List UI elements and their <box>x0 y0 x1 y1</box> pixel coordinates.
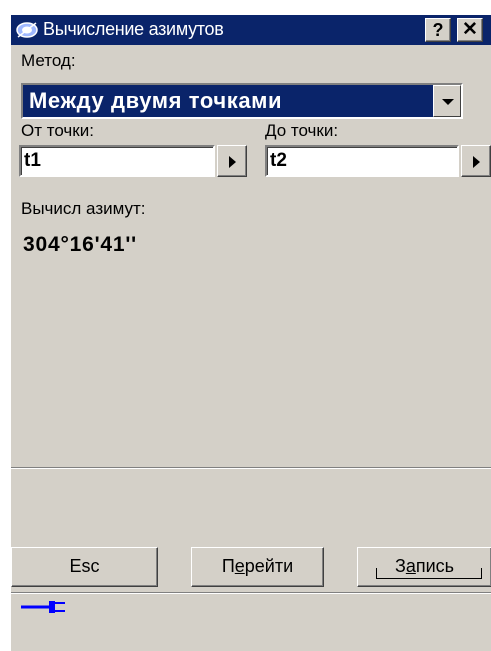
close-button[interactable]: ✕ <box>457 18 483 42</box>
method-value: Между двумя точками <box>29 88 283 113</box>
azimuth-result-label: Вычисл азимут: <box>21 199 146 218</box>
to-point-input[interactable]: t2 <box>265 145 459 177</box>
to-point-value: t2 <box>270 150 287 171</box>
esc-button[interactable]: Esc <box>11 547 158 587</box>
from-point-value: t1 <box>24 150 41 171</box>
esc-button-label: Esc <box>69 556 100 576</box>
to-point-label: До точки: <box>265 121 339 140</box>
from-point-input[interactable]: t1 <box>19 145 215 177</box>
from-point-label: От точки: <box>21 121 94 140</box>
app-satellite-icon <box>16 22 38 38</box>
save-button[interactable]: Запись <box>357 547 491 587</box>
chevron-down-icon <box>442 99 454 105</box>
power-plug-icon <box>21 601 65 613</box>
dropdown-button[interactable] <box>433 85 461 117</box>
method-label: Метод: <box>21 51 76 70</box>
divider <box>11 467 491 469</box>
help-button[interactable]: ? <box>425 18 451 42</box>
azimuth-window: Вычисление азимутов ? ✕ Метод: Между дву… <box>10 14 491 651</box>
method-dropdown[interactable]: Между двумя точками <box>21 83 463 119</box>
azimuth-result-value: 304°16'41'' <box>23 233 137 256</box>
go-button-label: Перейти <box>221 556 294 576</box>
go-button[interactable]: Перейти <box>191 547 324 587</box>
title-bar: Вычисление азимутов ? ✕ <box>11 15 491 45</box>
window-title: Вычисление азимутов <box>43 19 224 39</box>
from-point-select-button[interactable] <box>217 145 247 177</box>
status-divider <box>11 592 491 594</box>
to-point-select-button[interactable] <box>461 145 491 177</box>
arrow-right-icon <box>229 156 236 168</box>
arrow-right-icon <box>473 156 480 168</box>
default-button-marker <box>376 568 482 579</box>
